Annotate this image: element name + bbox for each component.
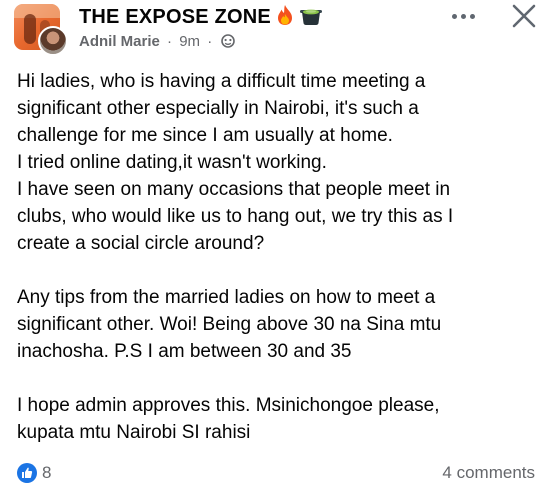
- friends-globe-icon: [221, 34, 236, 52]
- meta-separator: ·: [167, 33, 173, 50]
- post-line: significant other especially in Nairobi,…: [17, 98, 419, 119]
- post-footer: 8 4 comments: [0, 455, 551, 491]
- post-line: challenge for me since I am usually at h…: [17, 125, 393, 146]
- group-name[interactable]: THE EXPOSE ZONE: [79, 4, 323, 32]
- post-line: I hope admin approves this. Msinichongoe…: [17, 395, 440, 416]
- post-line: I have seen on many occasions that peopl…: [17, 179, 451, 200]
- post-text: Hi ladies, who is having a difficult tim…: [17, 68, 545, 446]
- post-line: significant other. Woi! Being above 30 n…: [17, 314, 442, 335]
- cooking-pot-icon: [299, 4, 323, 32]
- post-line: I tried online dating,it wasn't working.: [17, 152, 327, 173]
- post-header: THE EXPOSE ZONE Adnil Marie · 9m ·: [0, 0, 551, 60]
- meta-separator-2: ·: [207, 33, 213, 50]
- reaction-count[interactable]: 8: [42, 463, 51, 483]
- author-avatar[interactable]: [38, 26, 68, 56]
- post-line: kupata mtu Nairobi SI rahisi: [17, 422, 251, 443]
- comments-count[interactable]: 4 comments: [442, 463, 535, 483]
- post-line: Any tips from the married ladies on how …: [17, 287, 436, 308]
- more-options-icon[interactable]: [446, 4, 480, 28]
- post-line: Hi ladies, who is having a difficult tim…: [17, 71, 426, 92]
- post-line: create a social circle around?: [17, 233, 265, 254]
- like-icon[interactable]: [17, 463, 37, 483]
- post-line: clubs, who would like us to hang out, we…: [17, 206, 454, 227]
- post-meta: Adnil Marie · 9m ·: [79, 33, 236, 52]
- post-time[interactable]: 9m: [179, 33, 200, 50]
- close-icon[interactable]: [508, 0, 540, 32]
- fire-icon: [275, 4, 295, 32]
- post-line: inachosha. P.S I am between 30 and 35: [17, 341, 352, 362]
- author-name[interactable]: Adnil Marie: [79, 33, 160, 50]
- group-name-text[interactable]: THE EXPOSE ZONE: [79, 6, 271, 28]
